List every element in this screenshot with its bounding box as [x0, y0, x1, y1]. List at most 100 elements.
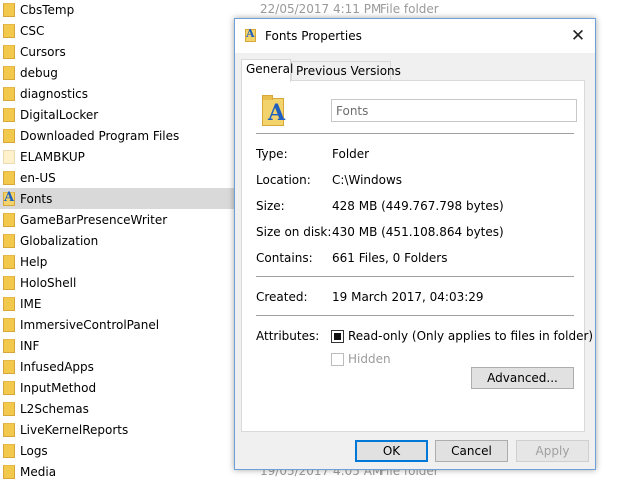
list-item-label: L2Schemas [20, 401, 89, 416]
folder-icon [3, 443, 15, 458]
type-label: Type: [256, 147, 288, 161]
list-item-label: Globalization [20, 233, 99, 248]
created-label: Created: [256, 290, 308, 304]
folder-icon [3, 65, 15, 80]
fonts-folder-icon: A [262, 95, 285, 126]
folder-icon [3, 338, 15, 353]
folder-icon [3, 2, 15, 17]
list-item-label: GameBarPresenceWriter [20, 212, 168, 227]
list-item-label: INF [20, 338, 40, 353]
list-item-holoshell[interactable]: HoloShell [0, 272, 232, 293]
list-item-label: Downloaded Program Files [20, 128, 180, 143]
attributes-label: Attributes: [256, 329, 320, 343]
advanced-button[interactable]: Advanced... [471, 367, 574, 389]
cancel-button[interactable]: Cancel [435, 440, 508, 462]
general-panel: A Type: Folder Location: C:\Windows Size… [241, 80, 593, 432]
list-item-ime[interactable]: IME [0, 293, 232, 314]
folder-icon [3, 464, 15, 479]
created-value: 19 March 2017, 04:03:29 [332, 290, 484, 304]
fonts-folder-icon: A [3, 189, 15, 206]
readonly-checkbox[interactable] [331, 330, 344, 343]
list-item-label: en-US [20, 170, 56, 185]
type-value: Folder [332, 147, 370, 161]
folder-name-input[interactable] [331, 99, 577, 122]
folder-icon [3, 128, 15, 143]
ok-button[interactable]: OK [355, 440, 428, 462]
list-item-l2schemas[interactable]: L2Schemas [0, 398, 232, 419]
dialog-title: Fonts Properties [265, 29, 362, 43]
list-item-label: CbsTemp [20, 2, 75, 17]
list-item-digitallocker[interactable]: DigitalLocker [0, 104, 232, 125]
hidden-label: Hidden [348, 352, 391, 366]
list-item-gamebarpresencewriter[interactable]: GameBarPresenceWriter [0, 209, 232, 230]
list-item-inputmethod[interactable]: InputMethod [0, 377, 232, 398]
folder-icon [3, 233, 15, 248]
properties-dialog: A Fonts Properties ✕ General Previous Ve… [234, 18, 596, 470]
divider [256, 276, 574, 277]
list-item-label: Logs [20, 443, 48, 458]
divider [256, 315, 574, 316]
folder-icon [3, 317, 15, 332]
divider [256, 133, 574, 134]
title-bar[interactable]: A Fonts Properties ✕ [235, 19, 595, 53]
list-item-globalization[interactable]: Globalization [0, 230, 232, 251]
date-modified: 22/05/2017 4:11 PM [260, 2, 382, 16]
list-item-livekernelreports[interactable]: LiveKernelReports [0, 419, 232, 440]
size-on-disk-label: Size on disk: [256, 225, 332, 239]
folder-icon [3, 359, 15, 374]
list-item-label: InfusedApps [20, 359, 94, 374]
list-item-help[interactable]: Help [0, 251, 232, 272]
close-icon: ✕ [570, 26, 586, 46]
list-item-fonts[interactable]: A Fonts [0, 188, 240, 209]
list-item-label: DigitalLocker [20, 107, 99, 122]
list-item-label: Cursors [20, 44, 66, 59]
folder-icon [3, 86, 15, 101]
folder-icon [3, 23, 15, 38]
list-item-debug[interactable]: debug [0, 62, 232, 83]
folder-icon [3, 275, 15, 290]
list-item-elambkup[interactable]: ELAMBKUP [0, 146, 232, 167]
list-item-label: diagnostics [20, 86, 89, 101]
tab-general[interactable]: General [241, 59, 293, 82]
list-item-cursors[interactable]: Cursors [0, 41, 232, 62]
hidden-checkbox[interactable] [331, 353, 344, 366]
list-item-csc[interactable]: CSC [0, 20, 232, 41]
list-item-logs[interactable]: Logs [0, 440, 232, 461]
list-item-diagnostics[interactable]: diagnostics [0, 83, 232, 104]
list-item-label: HoloShell [20, 275, 77, 290]
list-item-infusedapps[interactable]: InfusedApps [0, 356, 232, 377]
contains-value: 661 Files, 0 Folders [332, 251, 448, 265]
list-item-label: LiveKernelReports [20, 422, 129, 437]
list-item-downloaded-program-files[interactable]: Downloaded Program Files [0, 125, 232, 146]
tab-previous-versions[interactable]: Previous Versions [291, 61, 401, 80]
size-value: 428 MB (449.767.798 bytes) [332, 199, 504, 213]
list-item-label: IME [20, 296, 42, 311]
location-label: Location: [256, 173, 311, 187]
list-item-label: ImmersiveControlPanel [20, 317, 160, 332]
list-item-cbstemp[interactable]: CbsTemp [0, 0, 232, 20]
folder-icon [3, 296, 15, 311]
folder-icon [3, 380, 15, 395]
folder-icon [3, 254, 15, 269]
folder-icon [3, 44, 15, 59]
fonts-folder-icon: A [245, 27, 256, 42]
size-on-disk-value: 430 MB (451.108.864 bytes) [332, 225, 504, 239]
list-item-immersivecontrolpanel[interactable]: ImmersiveControlPanel [0, 314, 232, 335]
folder-icon [3, 149, 15, 164]
file-type: File folder [380, 2, 439, 16]
list-item-label: ELAMBKUP [20, 149, 85, 164]
list-item-inf[interactable]: INF [0, 335, 232, 356]
list-item-media[interactable]: Media [0, 461, 232, 482]
list-item-en-us[interactable]: en-US [0, 167, 232, 188]
folder-icon [3, 401, 15, 416]
readonly-label: Read-only (Only applies to files in fold… [348, 329, 594, 343]
folder-icon [3, 212, 15, 227]
contains-label: Contains: [256, 251, 313, 265]
list-item-label: Fonts [20, 191, 53, 206]
size-label: Size: [256, 199, 285, 213]
list-item-label: Help [20, 254, 48, 269]
close-button[interactable]: ✕ [561, 19, 595, 53]
apply-button[interactable]: Apply [516, 440, 589, 462]
folder-icon [3, 107, 15, 122]
list-item-label: InputMethod [20, 380, 97, 395]
